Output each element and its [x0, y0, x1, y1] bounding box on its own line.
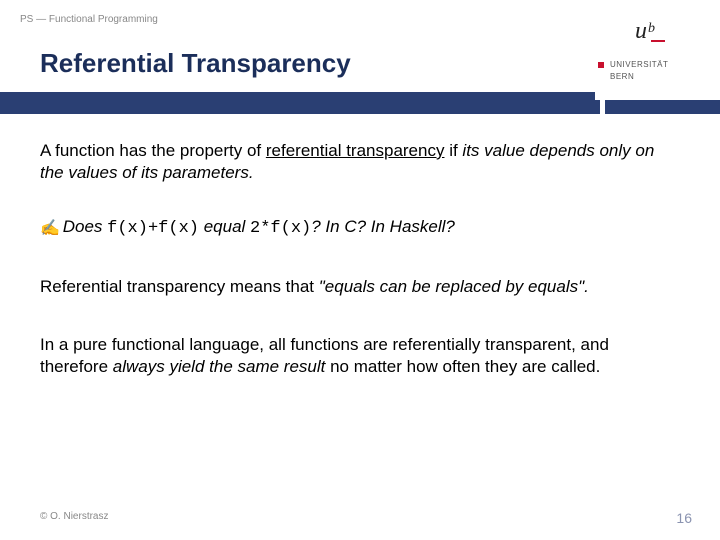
p4-emph: always yield the same result: [113, 357, 326, 376]
p2-text-a: Does: [63, 217, 107, 236]
logo-underline-icon: [651, 40, 665, 42]
breadcrumb: PS — Functional Programming: [20, 14, 158, 25]
logo-u: u: [635, 18, 647, 45]
p3-emph: "equals can be replaced by equals".: [319, 277, 589, 296]
logo-text-bern: BERN: [610, 72, 634, 81]
p2-text-c: ? In C? In Haskell?: [311, 217, 455, 236]
hand-icon: ✍: [40, 219, 58, 240]
footer-copyright: © O. Nierstrasz: [40, 511, 109, 522]
logo-dot-icon: [598, 62, 604, 68]
paragraph-3: Referential transparency means that "equ…: [40, 276, 680, 298]
p1-term: referential transparency: [266, 141, 445, 160]
university-logo: ub UNIVERSITÄT BERN: [595, 0, 720, 100]
slide-content: A function has the property of referenti…: [40, 140, 680, 379]
logo-text-universitat: UNIVERSITÄT: [610, 60, 668, 69]
title-bar: [0, 92, 600, 114]
page-title: Referential Transparency: [40, 48, 351, 79]
p1-text-c: if: [444, 141, 462, 160]
page-number: 16: [676, 510, 692, 526]
logo-b: b: [648, 21, 655, 37]
paragraph-1: A function has the property of referenti…: [40, 140, 680, 184]
p2-code-1: f(x)+f(x): [107, 219, 199, 238]
p2-code-2: 2*f(x): [250, 219, 311, 238]
p2-text-b: equal: [199, 217, 250, 236]
paragraph-4: In a pure functional language, all funct…: [40, 334, 680, 378]
p3-text-a: Referential transparency means that: [40, 277, 319, 296]
p1-text-a: A function has the property of: [40, 141, 266, 160]
p4-text-c: no matter how often they are called.: [325, 357, 600, 376]
paragraph-2: ✍ Does f(x)+f(x) equal 2*f(x)? In C? In …: [40, 216, 680, 240]
